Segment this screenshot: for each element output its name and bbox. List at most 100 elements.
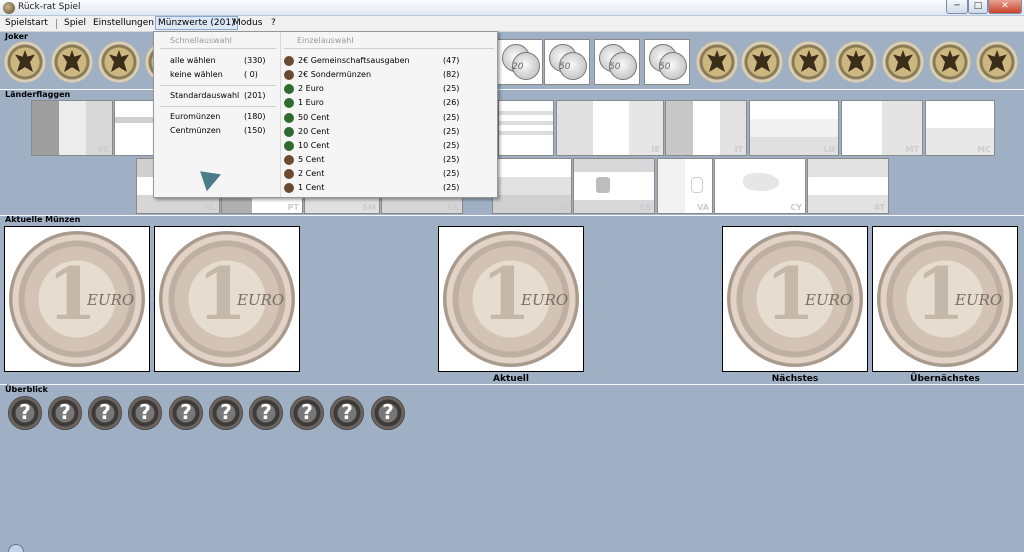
- selected-coin-icon: [284, 183, 294, 193]
- overview-label: Überblick: [5, 385, 48, 394]
- dropdown-column-divider: [280, 32, 281, 197]
- coin-frame-after-next[interactable]: 1 EURO: [872, 226, 1018, 372]
- special-coin-icon: [284, 56, 294, 66]
- selected-coin-icon: [284, 113, 294, 123]
- close-button[interactable]: ✕: [988, 0, 1022, 14]
- coin-frame-current[interactable]: 1 EURO: [438, 226, 584, 372]
- quick-count: (180): [244, 112, 266, 121]
- hidden-coin[interactable]: ?: [48, 396, 82, 430]
- hidden-coin[interactable]: ?: [330, 396, 364, 430]
- joker-coin[interactable]: [929, 41, 971, 83]
- joker-coin[interactable]: [98, 41, 140, 83]
- caption-current: Aktuell: [493, 374, 529, 384]
- current-label: Aktuelle Münzen: [5, 215, 81, 224]
- quick-count: (150): [244, 126, 266, 135]
- flag-cy[interactable]: CY: [714, 158, 806, 214]
- single-count: (26): [443, 98, 460, 107]
- divider: [0, 215, 1024, 216]
- single-item[interactable]: 50 Cent: [298, 113, 329, 122]
- single-count: (25): [443, 141, 460, 150]
- flag-es[interactable]: ES: [573, 158, 655, 214]
- single-item[interactable]: 1 Euro: [298, 98, 324, 107]
- coin-frame-next[interactable]: 1 EURO: [722, 226, 868, 372]
- special-coin-icon: [284, 70, 294, 80]
- status-icon: [8, 544, 24, 552]
- single-count: (25): [443, 113, 460, 122]
- joker-coin[interactable]: [51, 41, 93, 83]
- menu-muenzwerte[interactable]: Münzwerte (201): [155, 16, 238, 30]
- joker-coin[interactable]: [835, 41, 877, 83]
- hidden-coin[interactable]: ?: [290, 396, 324, 430]
- minimize-button[interactable]: ─: [946, 0, 968, 14]
- single-count: (25): [443, 155, 460, 164]
- coin-tile-50[interactable]: 50: [644, 39, 690, 85]
- divider: [0, 384, 1024, 385]
- coin-tile-50[interactable]: 50: [544, 39, 590, 85]
- flag-lu[interactable]: LU: [749, 100, 839, 156]
- single-item[interactable]: 10 Cent: [298, 141, 329, 150]
- hidden-coin[interactable]: ?: [8, 396, 42, 430]
- single-item[interactable]: 2 Euro: [298, 84, 324, 93]
- flag-it[interactable]: IT: [665, 100, 747, 156]
- flag-va[interactable]: VA: [657, 158, 713, 214]
- flag-partial-2[interactable]: [498, 100, 554, 156]
- single-item[interactable]: 20 Cent: [298, 127, 329, 136]
- flag-mt[interactable]: MT: [841, 100, 923, 156]
- hidden-coin[interactable]: ?: [249, 396, 283, 430]
- single-item[interactable]: 2 Cent: [298, 169, 324, 178]
- euro-coin-image: 1 EURO: [159, 231, 295, 367]
- hidden-coin[interactable]: ?: [169, 396, 203, 430]
- menu-einstellungen[interactable]: Einstellungen: [93, 18, 154, 28]
- flag-mc[interactable]: MC: [925, 100, 995, 156]
- single-count: (25): [443, 127, 460, 136]
- coin-tile-20[interactable]: 20: [497, 39, 543, 85]
- caption-next: Nächstes: [771, 374, 819, 384]
- joker-coin[interactable]: [696, 41, 738, 83]
- window-title: Rück-rat Spiel: [18, 2, 81, 12]
- single-count: (25): [443, 183, 460, 192]
- flag-partial[interactable]: [114, 100, 154, 156]
- quick-count: ( 0): [244, 70, 258, 79]
- joker-coin[interactable]: [741, 41, 783, 83]
- euro-coin-image: 1 EURO: [9, 231, 145, 367]
- quick-count: (201): [244, 91, 266, 100]
- menu-help[interactable]: ?: [271, 18, 276, 28]
- single-select-header: Einzelauswahl: [297, 36, 354, 45]
- selected-coin-icon: [284, 169, 294, 179]
- hidden-coin[interactable]: ?: [88, 396, 122, 430]
- single-count: (25): [443, 169, 460, 178]
- joker-coin[interactable]: [882, 41, 924, 83]
- single-item[interactable]: 1 Cent: [298, 183, 324, 192]
- selected-coin-icon: [284, 84, 294, 94]
- dropdown-separator: [160, 106, 276, 107]
- single-item[interactable]: 2€ Gemeinschaftsausgaben: [298, 56, 410, 65]
- single-item[interactable]: 2€ Sondermünzen: [298, 70, 371, 79]
- flag-at[interactable]: AT: [807, 158, 889, 214]
- hidden-coin[interactable]: ?: [209, 396, 243, 430]
- joker-coin[interactable]: [788, 41, 830, 83]
- coin-frame[interactable]: 1 EURO: [154, 226, 300, 372]
- menu-spielstart[interactable]: Spielstart: [5, 18, 48, 28]
- selected-coin-icon: [284, 98, 294, 108]
- quick-select-cent[interactable]: Centmünzen: [170, 126, 221, 135]
- hidden-coin[interactable]: ?: [371, 396, 405, 430]
- quick-select-all[interactable]: alle wählen: [170, 56, 216, 65]
- app-icon: [3, 2, 15, 14]
- menu-bar: Spielstart Spiel Einstellungen Münzwerte…: [0, 16, 1024, 32]
- quick-select-euro[interactable]: Euromünzen: [170, 112, 220, 121]
- quick-select-standard[interactable]: Standardauswahl: [170, 91, 239, 100]
- joker-coin[interactable]: [4, 41, 46, 83]
- maximize-button[interactable]: □: [968, 0, 988, 14]
- flag-be[interactable]: BE: [31, 100, 113, 156]
- coin-tile-50[interactable]: 50: [594, 39, 640, 85]
- single-item[interactable]: 5 Cent: [298, 155, 324, 164]
- joker-coin[interactable]: [976, 41, 1018, 83]
- hidden-coin[interactable]: ?: [128, 396, 162, 430]
- menu-modus[interactable]: Modus: [233, 18, 262, 28]
- coin-frame[interactable]: 1 EURO: [4, 226, 150, 372]
- joker-label: Joker: [5, 32, 28, 41]
- flag-ie[interactable]: IE: [556, 100, 664, 156]
- menu-spiel[interactable]: Spiel: [64, 18, 86, 28]
- quick-select-none[interactable]: keine wählen: [170, 70, 223, 79]
- flag-si[interactable]: SI: [492, 158, 572, 214]
